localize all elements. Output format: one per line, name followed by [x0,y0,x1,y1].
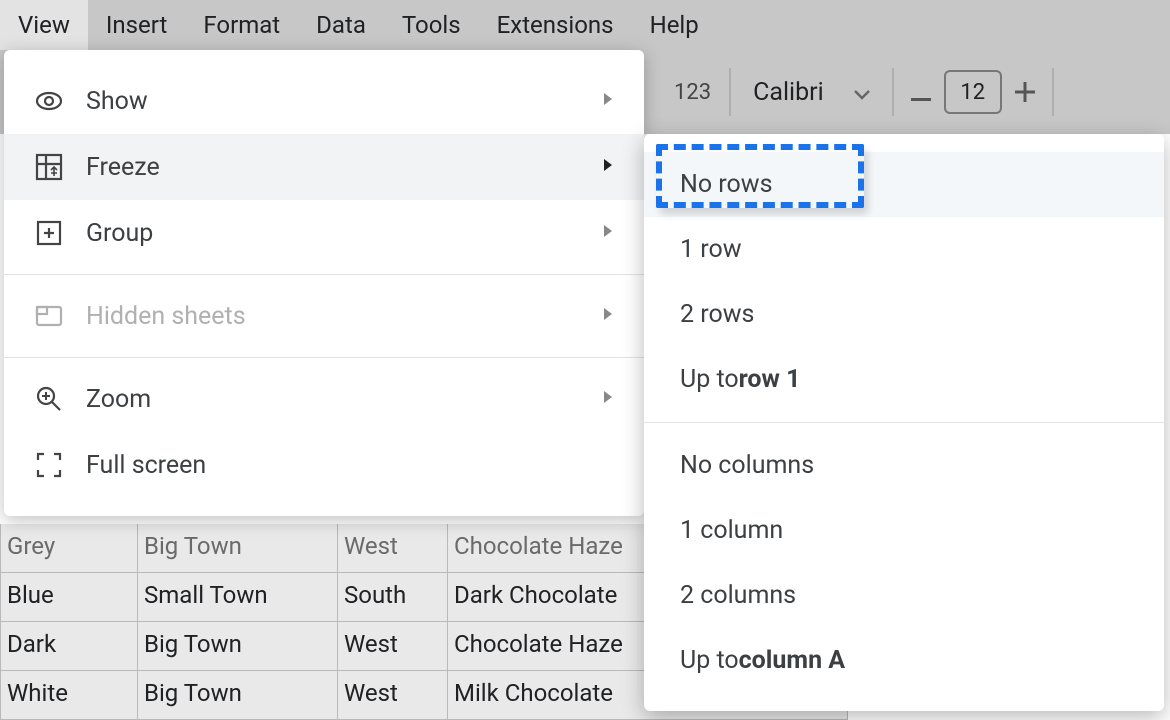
freeze-submenu: No rows1 row2 rowsUp to row 1 No columns1… [644,134,1164,711]
freeze-option-up-to-column-a[interactable]: Up to column A [644,628,1164,693]
cell[interactable]: West [338,524,448,573]
font-size-increase[interactable] [1002,75,1048,110]
menu-item-show[interactable]: Show [4,68,644,134]
menu-view[interactable]: View [0,0,88,50]
freeze-option-up-to-row-1[interactable]: Up to row 1 [644,347,1164,412]
submenu-arrow-icon [602,389,614,410]
menu-item-group[interactable]: Group [4,200,644,266]
menu-item-full-screen[interactable]: Full screen [4,432,644,498]
toolbar-separator [892,68,894,116]
group-icon [34,218,64,248]
submenu-arrow-icon [602,223,614,244]
font-size-decrease[interactable] [898,75,944,110]
fullscreen-icon [34,450,64,480]
hidden-icon [34,301,64,331]
eye-icon [34,86,64,116]
menu-separator [4,357,644,358]
toolbar-separator [729,68,731,116]
cell[interactable]: West [338,622,448,671]
menu-item-label: Group [86,219,153,248]
cell[interactable]: South [338,573,448,622]
menu-item-label: Show [86,87,148,116]
cell[interactable]: Small Town [138,573,338,622]
freeze-option-1-row[interactable]: 1 row [644,217,1164,282]
menu-data[interactable]: Data [298,0,384,50]
menu-separator [4,274,644,275]
zoom-icon [34,384,64,414]
menu-tools[interactable]: Tools [384,0,479,50]
freeze-option-no-columns[interactable]: No columns [644,433,1164,498]
menu-item-hidden-sheets: Hidden sheets [4,283,644,349]
freeze-option-2-columns[interactable]: 2 columns [644,563,1164,628]
number-format-button[interactable]: 123 [660,66,725,118]
submenu-arrow-icon [602,157,614,178]
freeze-option-2-rows[interactable]: 2 rows [644,282,1164,347]
cell[interactable]: Big Town [138,671,338,720]
cell[interactable]: White [0,671,138,720]
font-name-label: Calibri [753,78,824,107]
menu-item-label: Full screen [86,451,206,480]
font-selector[interactable]: Calibri [735,78,888,107]
freeze-option-1-column[interactable]: 1 column [644,498,1164,563]
menu-item-label: Hidden sheets [86,302,246,331]
cell[interactable]: Big Town [138,524,338,573]
submenu-arrow-icon [602,91,614,112]
menu-help[interactable]: Help [632,0,717,50]
menu-item-zoom[interactable]: Zoom [4,366,644,432]
freeze-icon [34,152,64,182]
toolbar-separator [1052,68,1054,116]
cell[interactable]: Grey [0,524,138,573]
menubar: ViewInsertFormatDataToolsExtensionsHelp [0,0,1170,50]
cell[interactable]: Blue [0,573,138,622]
cell[interactable]: Big Town [138,622,338,671]
font-size-input[interactable]: 12 [944,70,1002,114]
submenu-arrow-icon [602,306,614,327]
cell[interactable]: Dark [0,622,138,671]
menu-extensions[interactable]: Extensions [479,0,632,50]
menu-item-label: Freeze [86,153,160,182]
cell[interactable]: West [338,671,448,720]
chevron-down-icon [854,78,870,107]
menu-item-label: Zoom [86,385,151,414]
freeze-option-no-rows[interactable]: No rows [644,152,1164,217]
view-menu-dropdown: Show Freeze Group Hidden sheets Zoom Full scr… [4,50,644,516]
menu-insert[interactable]: Insert [88,0,185,50]
menu-item-freeze[interactable]: Freeze [4,134,644,200]
submenu-separator [644,422,1164,423]
menu-format[interactable]: Format [185,0,298,50]
